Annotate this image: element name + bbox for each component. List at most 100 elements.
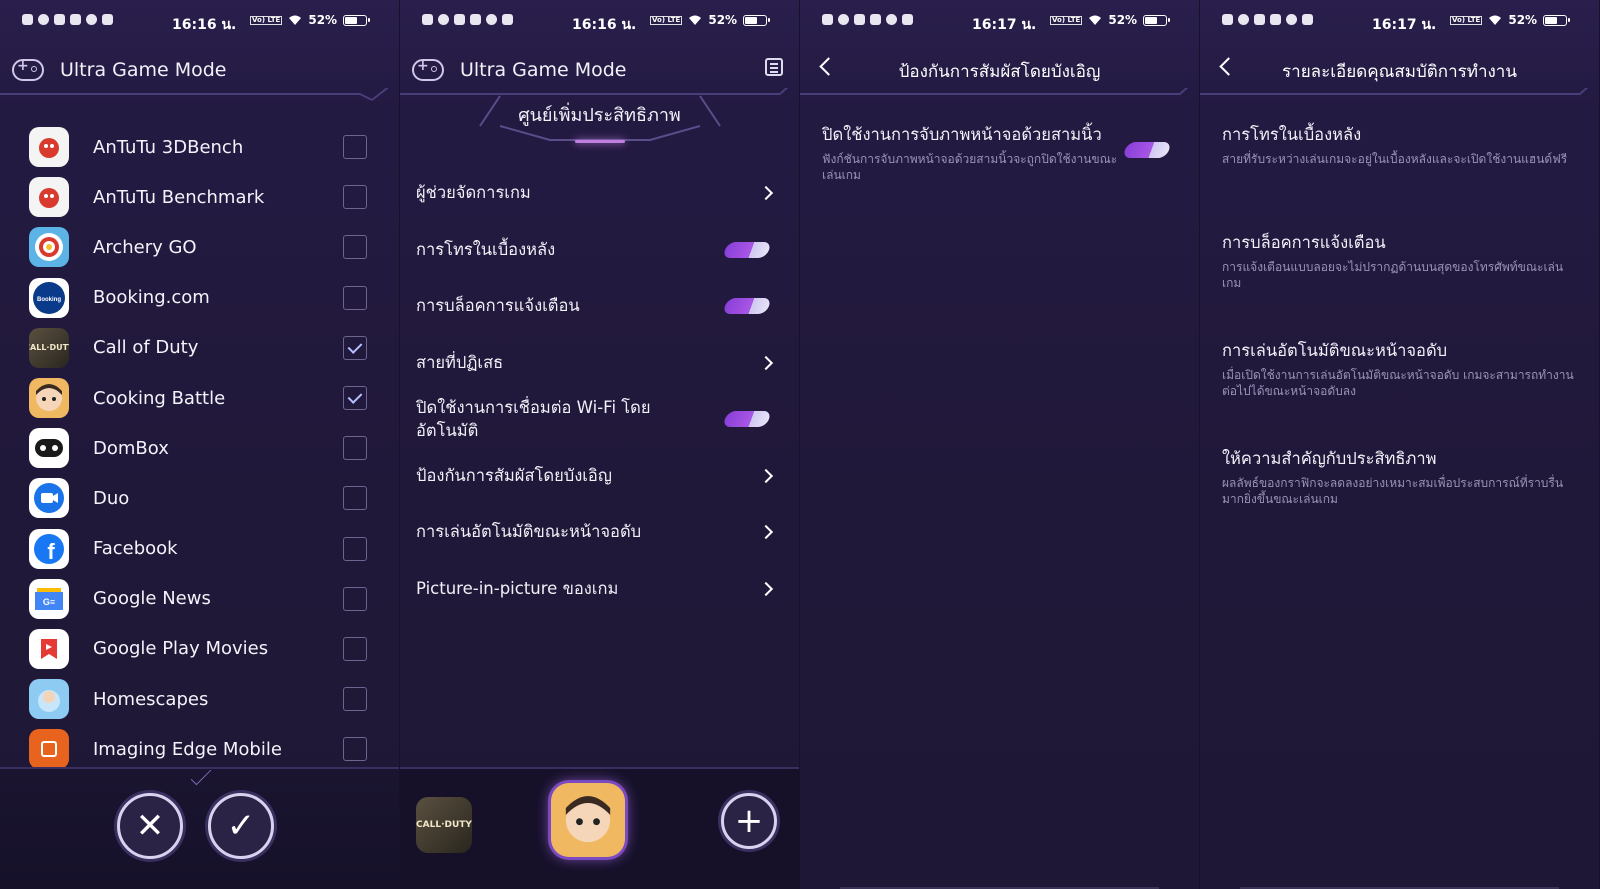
app-checkbox[interactable] [343, 486, 367, 511]
app-checkbox[interactable] [343, 185, 367, 210]
app-row[interactable]: Archery GO [0, 222, 399, 272]
toggle-switch[interactable] [722, 411, 772, 427]
notes-icon[interactable] [765, 58, 783, 76]
three-finger-toggle[interactable] [1122, 142, 1172, 158]
cancel-button[interactable]: ✕ [117, 793, 183, 859]
menu-item-rejected-calls[interactable]: สายที่ปฏิเสธ [400, 334, 799, 391]
setting-description: ฟังก์ชันการจับภาพหน้าจอด้วยสามนิ้วจะถูกป… [822, 152, 1118, 182]
chevron-right-icon [758, 355, 774, 370]
app-row[interactable]: Booking Booking.com [0, 273, 399, 323]
app-row[interactable]: Cooking Battle [0, 373, 399, 423]
page-title: Ultra Game Mode [60, 59, 227, 81]
call-of-duty-icon: CALL·DUTY [29, 327, 69, 368]
app-name: DomBox [93, 437, 169, 459]
menu-item-background-call[interactable]: การโทรในเบื้องหลัง [400, 221, 799, 278]
app-checkbox-checked[interactable] [343, 335, 367, 360]
status-right: Vo) LTE 52% [650, 13, 771, 27]
battery-percent: 52% [1108, 13, 1138, 27]
app-checkbox[interactable] [343, 135, 367, 160]
chat-icon [486, 14, 497, 25]
app-row[interactable]: Google Play Movies [0, 624, 399, 674]
app-row[interactable]: f Facebook [0, 524, 399, 574]
app-checkbox[interactable] [343, 737, 367, 762]
menu-item-block-notifications[interactable]: การบล็อคการแจ้งเตือน [400, 278, 799, 334]
app-checkbox[interactable] [343, 536, 367, 561]
status-bar: 16:17 น. Vo) LTE 52% [1200, 0, 1599, 44]
app-checkbox[interactable] [343, 636, 367, 661]
game-mode-icon[interactable] [12, 58, 44, 81]
toggle-switch[interactable] [722, 241, 772, 258]
call-of-duty-game-icon[interactable]: CALL·DUTY [416, 797, 472, 853]
facebook-app-icon: f [29, 528, 69, 569]
app-checkbox[interactable] [343, 436, 367, 461]
screen-feature-details: 16:17 น. Vo) LTE 52% รายละเอียดคุณสมบัติ… [1200, 0, 1600, 889]
menu-item-game-assistant[interactable]: ผู้ช่วยจัดการเกม [400, 165, 799, 221]
header-frame [800, 88, 1189, 95]
confirm-button[interactable]: ✓ [208, 793, 274, 859]
menu-item-label: การเล่นอัตโนมัติขณะหน้าจอดับ [416, 522, 642, 541]
battery-icon [343, 14, 371, 26]
app-name: Google Play Movies [93, 638, 269, 660]
app-name: Imaging Edge Mobile [93, 738, 282, 760]
detail-title: การบล็อคการแจ้งเตือน [1222, 233, 1386, 252]
wifi-icon [1089, 15, 1102, 25]
app-checkbox-checked[interactable] [343, 386, 367, 411]
app-name: Duo [93, 487, 130, 509]
detail-description: ผลลัพธ์ของกราฟิกจะลดลงอย่างเหมาะสมเพื่อป… [1222, 476, 1564, 506]
messenger-icon [38, 14, 49, 25]
battery-percent: 52% [308, 13, 338, 27]
app-checkbox[interactable] [343, 687, 367, 712]
app-row[interactable]: Duo [0, 473, 399, 523]
app-row[interactable]: Homescapes [0, 674, 399, 724]
detail-description: เมื่อเปิดใช้งานการเล่นอัตโนมัติขณะหน้าจอ… [1222, 368, 1574, 398]
mail-icon [102, 14, 113, 25]
svg-text:f: f [47, 539, 55, 564]
chat-icon [886, 14, 897, 25]
app-checkbox[interactable] [343, 235, 367, 260]
game-mode-icon[interactable] [412, 58, 444, 81]
toggle-switch[interactable] [722, 298, 772, 314]
battery-icon [1143, 14, 1171, 26]
chevron-right-icon [758, 468, 774, 483]
check-icon: ✓ [226, 806, 256, 846]
menu-item-screen-off-play[interactable]: การเล่นอัตโนมัติขณะหน้าจอดับ [400, 504, 799, 560]
google-news-icon: G≡ [29, 578, 69, 619]
app-row[interactable]: AnTuTu Benchmark [0, 172, 399, 222]
app-row[interactable]: CALL·DUTY Call of Duty [0, 323, 399, 373]
menu-item-accidental-touch[interactable]: ป้องกันการสัมผัสโดยบังเอิญ [400, 447, 799, 504]
menu-item-picture-in-picture[interactable]: Picture-in-picture ของเกม [400, 560, 799, 617]
menu-item-label: Picture-in-picture ของเกม [416, 578, 619, 598]
mail-icon [1302, 14, 1313, 25]
detail-title: การโทรในเบื้องหลัง [1222, 125, 1362, 144]
signal-icon [422, 14, 433, 25]
notification-icons [422, 14, 513, 25]
detail-item: ให้ความสำคัญกับประสิทธิภาพ ผลลัพธ์ของกรา… [1222, 446, 1577, 507]
mail-icon [502, 14, 513, 25]
messenger-icon [438, 14, 449, 25]
screens-row: 16:16 น. Vo) LTE 52% Ultra Game Mode AnT… [0, 0, 1600, 889]
app-checkbox[interactable] [343, 285, 367, 310]
status-time: 16:17 น. [972, 17, 1037, 33]
menu-item-label: สายที่ปฏิเสธ [416, 352, 504, 372]
status-right: Vo) LTE 52% [250, 13, 371, 27]
duo-icon [29, 478, 69, 519]
app-checkbox[interactable] [343, 586, 367, 611]
app-row[interactable]: AnTuTu 3DBench [0, 122, 399, 172]
app-row[interactable]: DomBox [0, 423, 399, 473]
detail-item: การโทรในเบื้องหลัง สายที่รับระหว่างเล่นเ… [1222, 122, 1577, 167]
wifi-icon [289, 15, 302, 25]
chevron-right-icon [758, 581, 774, 596]
facebook-icon [454, 14, 465, 25]
add-game-button[interactable]: + [721, 793, 777, 849]
page-title: รายละเอียดคุณสมบัติการทำงาน [1282, 62, 1517, 82]
app-row[interactable]: G≡ Google News [0, 574, 399, 624]
battery-percent: 52% [1508, 13, 1538, 27]
mail-icon [902, 14, 913, 25]
menu-item-wifi-auto-disconnect[interactable]: ปิดใช้งานการเชื่อมต่อ Wi-Fi โดยอัตโนมัติ [400, 391, 799, 447]
signal-icon [1222, 14, 1233, 25]
app-name: Archery GO [93, 236, 197, 258]
cooking-battle-game-icon[interactable] [551, 783, 625, 857]
plus-icon: + [734, 801, 764, 841]
detail-title: การเล่นอัตโนมัติขณะหน้าจอดับ [1222, 341, 1448, 360]
status-time: 16:16 น. [572, 17, 637, 33]
